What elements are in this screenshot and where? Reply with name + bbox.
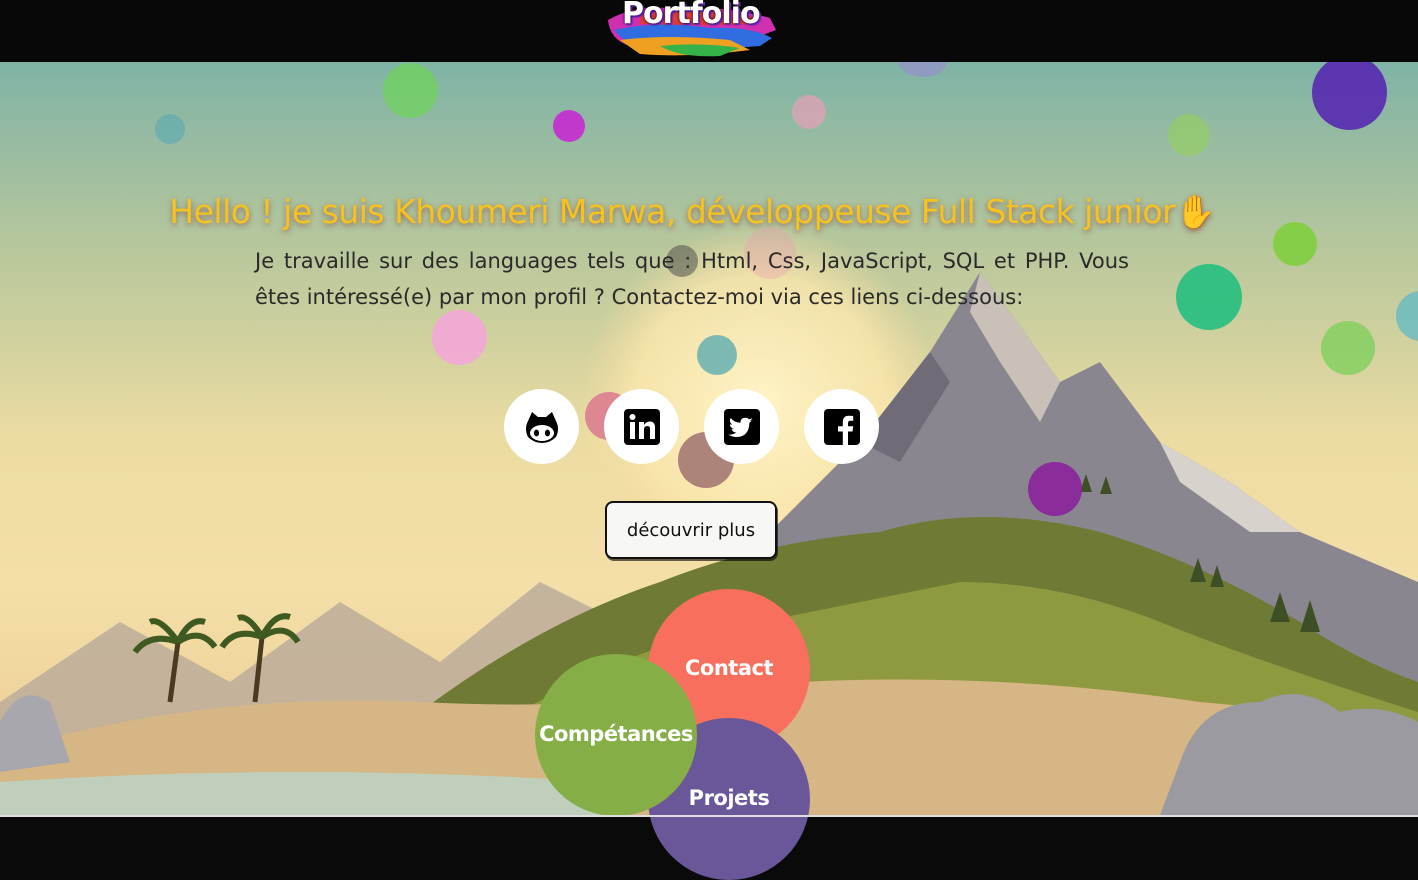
- decor-bubble: [1321, 321, 1375, 375]
- decor-bubble: [792, 95, 826, 129]
- nav-projets-label: Projets: [688, 786, 770, 810]
- nav-competences[interactable]: Compétances: [535, 654, 697, 816]
- decor-bubble: [553, 110, 585, 142]
- decor-bubble: [383, 63, 438, 118]
- logo-text: Portfolio: [622, 0, 761, 31]
- wave-icon: ✋: [1175, 192, 1216, 231]
- twitter-button[interactable]: [704, 389, 779, 464]
- top-bar: Portfolio: [0, 0, 1418, 62]
- decor-bubble: [432, 310, 487, 365]
- facebook-button[interactable]: [804, 389, 879, 464]
- nav-competences-label: Compétances: [539, 722, 693, 746]
- hero-headline: Hello ! je suis Khoumeri Marwa, développ…: [0, 192, 1385, 232]
- portfolio-logo[interactable]: Portfolio: [600, 0, 778, 60]
- github-button[interactable]: [504, 389, 579, 464]
- decor-bubble: [1168, 114, 1210, 156]
- intro-paragraph: Je travaille sur des languages tels que …: [255, 249, 1129, 309]
- linkedin-button[interactable]: [604, 389, 679, 464]
- twitter-icon: [723, 408, 760, 445]
- github-icon: [525, 411, 558, 443]
- decor-bubble: [1028, 462, 1082, 516]
- decor-bubble: [1176, 264, 1242, 330]
- facebook-icon: [823, 408, 860, 445]
- discover-more-button[interactable]: découvrir plus: [605, 501, 777, 559]
- decor-bubble: [155, 114, 185, 144]
- headline-text: Hello ! je suis Khoumeri Marwa, développ…: [169, 192, 1176, 231]
- nav-contact-label: Contact: [685, 656, 774, 680]
- decor-bubble: [697, 335, 737, 375]
- linkedin-icon: [623, 408, 660, 445]
